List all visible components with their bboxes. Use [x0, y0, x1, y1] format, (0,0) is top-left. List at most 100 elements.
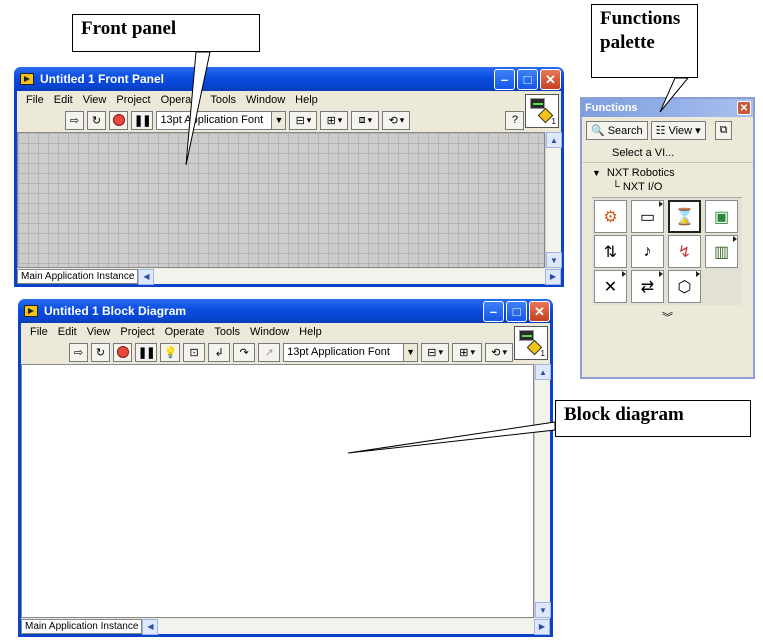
horizontal-scrollbar[interactable]: ◀ ▶ — [138, 268, 561, 285]
menu-tools[interactable]: Tools — [205, 94, 241, 106]
instance-label: Main Application Instance — [25, 620, 139, 632]
menu-window[interactable]: Window — [245, 326, 294, 338]
vi-icon-number: 1 — [551, 117, 556, 126]
run-button[interactable]: ⇨ — [69, 342, 88, 362]
reorder-button[interactable]: ⟲ — [382, 110, 411, 130]
resize-objects-button[interactable]: ⧈ — [351, 110, 380, 130]
font-select[interactable]: 13pt Application Font ▼ — [283, 342, 419, 362]
run-continuously-button[interactable]: ↻ — [91, 342, 110, 362]
vi-icon[interactable]: 1 — [514, 326, 548, 360]
menu-operate[interactable]: Operate — [156, 94, 206, 106]
menu-view[interactable]: View — [82, 326, 116, 338]
sound-icon[interactable]: ♪ — [631, 235, 664, 268]
expand-more-icon[interactable]: ︾ — [582, 309, 753, 325]
pause-button[interactable]: ❚❚ — [131, 110, 154, 130]
menu-edit[interactable]: Edit — [49, 94, 78, 106]
vi-icon[interactable]: 1 — [525, 94, 559, 128]
menu-edit[interactable]: Edit — [53, 326, 82, 338]
io-icon[interactable]: ⇅ — [594, 235, 627, 268]
scroll-right-icon[interactable]: ▶ — [545, 268, 561, 285]
menu-project[interactable]: Project — [115, 326, 159, 338]
subcategory-label: NXT I/O — [622, 181, 663, 193]
chevron-down-icon: ▾ — [695, 125, 701, 137]
retain-wire-values-button[interactable]: ⊡ — [183, 342, 206, 362]
distribute-objects-button[interactable]: ⊞ — [320, 110, 349, 130]
category-nxt-robotics[interactable]: ▼ NXT Robotics — [582, 163, 753, 179]
font-select[interactable]: 13pt Application Font ▼ — [156, 110, 287, 130]
functions-palette: Functions ✕ 🔍 Search ☷ View ▾ ⧉ Select a… — [580, 97, 755, 379]
restore-palette-button[interactable]: ⧉ — [714, 121, 733, 140]
close-button[interactable]: ✕ — [529, 301, 550, 322]
close-button[interactable]: ✕ — [540, 69, 561, 90]
reorder-button[interactable]: ⟲ — [485, 342, 514, 362]
menu-help[interactable]: Help — [294, 326, 327, 338]
titlebar[interactable]: Untitled 1 Front Panel – □ ✕ — [14, 67, 564, 91]
functions-palette-callout: Functions palette — [591, 4, 698, 78]
palette-icon-grid: ⚙ ▭ ⌛ ▣ ⇅ ♪ ↯ ▥ ✕ ⇄ ⬡ — [592, 197, 742, 305]
select-vi-item[interactable]: Select a VI... — [582, 144, 753, 163]
menu-window[interactable]: Window — [241, 94, 290, 106]
step-into-button[interactable]: ↲ — [208, 342, 231, 362]
scroll-right-icon[interactable]: ▶ — [534, 618, 550, 635]
menu-help[interactable]: Help — [290, 94, 323, 106]
application-instance[interactable]: Main Application Instance — [17, 268, 139, 284]
pause-button[interactable]: ❚❚ — [135, 342, 158, 362]
step-out-button[interactable]: ↗ — [258, 342, 281, 362]
minimize-button[interactable]: – — [483, 301, 504, 322]
maximize-button[interactable]: □ — [506, 301, 527, 322]
subcategory-nxt-io[interactable]: └ NXT I/O — [582, 179, 753, 197]
scroll-down-icon[interactable]: ▼ — [535, 602, 551, 618]
scroll-down-icon[interactable]: ▼ — [546, 252, 562, 268]
palette-toolbar: 🔍 Search ☷ View ▾ ⧉ — [582, 117, 753, 144]
run-continuously-button[interactable]: ↻ — [87, 110, 106, 130]
brick-icon[interactable]: ▭ — [631, 200, 664, 233]
menu-project[interactable]: Project — [111, 94, 155, 106]
scroll-left-icon[interactable]: ◀ — [142, 618, 159, 635]
tools-icon[interactable]: ✕ — [594, 270, 627, 303]
abort-button[interactable] — [113, 342, 132, 362]
run-button[interactable]: ⇨ — [65, 110, 84, 130]
scroll-up-icon[interactable]: ▲ — [546, 132, 562, 148]
scroll-up-icon[interactable]: ▲ — [535, 364, 551, 380]
vertical-scrollbar[interactable]: ▲ ▼ — [545, 132, 562, 268]
display-icon[interactable]: ▣ — [705, 200, 738, 233]
close-icon[interactable]: ✕ — [737, 101, 751, 115]
toolbar: ⇨ ↻ ❚❚ 13pt Application Font ▼ ⊟ ⊞ ⧈ ⟲ ? — [17, 109, 561, 131]
instance-label: Main Application Instance — [21, 270, 135, 282]
wait-icon[interactable]: ⌛ — [668, 200, 701, 233]
menu-operate[interactable]: Operate — [160, 326, 210, 338]
context-help-button[interactable]: ? — [505, 110, 525, 130]
font-value: 13pt Application Font — [287, 346, 390, 358]
block-diagram-canvas[interactable] — [21, 364, 534, 618]
files-icon[interactable]: ▥ — [705, 235, 738, 268]
application-instance[interactable]: Main Application Instance — [21, 618, 143, 634]
callout-text: Functions — [600, 8, 681, 29]
motor-icon[interactable]: ⚙ — [594, 200, 627, 233]
block-diagram-callout: Block diagram — [555, 400, 751, 437]
sensor-icon[interactable]: ↯ — [668, 235, 701, 268]
align-objects-button[interactable]: ⊟ — [421, 342, 450, 362]
horizontal-scrollbar[interactable]: ◀ ▶ — [142, 618, 550, 635]
align-objects-button[interactable]: ⊟ — [289, 110, 318, 130]
abort-button[interactable] — [109, 110, 128, 130]
maximize-button[interactable]: □ — [517, 69, 538, 90]
palette-titlebar[interactable]: Functions ✕ — [582, 99, 753, 117]
distribute-objects-button[interactable]: ⊞ — [452, 342, 483, 362]
vi-icon-number: 1 — [540, 349, 545, 358]
menu-view[interactable]: View — [78, 94, 112, 106]
step-over-button[interactable]: ↷ — [233, 342, 256, 362]
view-button[interactable]: ☷ View ▾ — [650, 121, 706, 140]
front-panel-window: Untitled 1 Front Panel – □ ✕ File Edit V… — [14, 67, 564, 287]
vertical-scrollbar[interactable]: ▲ ▼ — [534, 364, 551, 618]
titlebar[interactable]: Untitled 1 Block Diagram – □ ✕ — [18, 299, 553, 323]
minimize-button[interactable]: – — [494, 69, 515, 90]
menu-tools[interactable]: Tools — [209, 326, 245, 338]
menu-file[interactable]: File — [25, 326, 53, 338]
advanced-icon[interactable]: ⬡ — [668, 270, 701, 303]
scroll-left-icon[interactable]: ◀ — [138, 268, 155, 285]
bluetooth-icon[interactable]: ⇄ — [631, 270, 664, 303]
menu-file[interactable]: File — [21, 94, 49, 106]
search-button[interactable]: 🔍 Search — [586, 121, 648, 140]
front-panel-canvas[interactable] — [17, 132, 545, 268]
highlight-execution-button[interactable]: 💡 — [160, 342, 181, 362]
